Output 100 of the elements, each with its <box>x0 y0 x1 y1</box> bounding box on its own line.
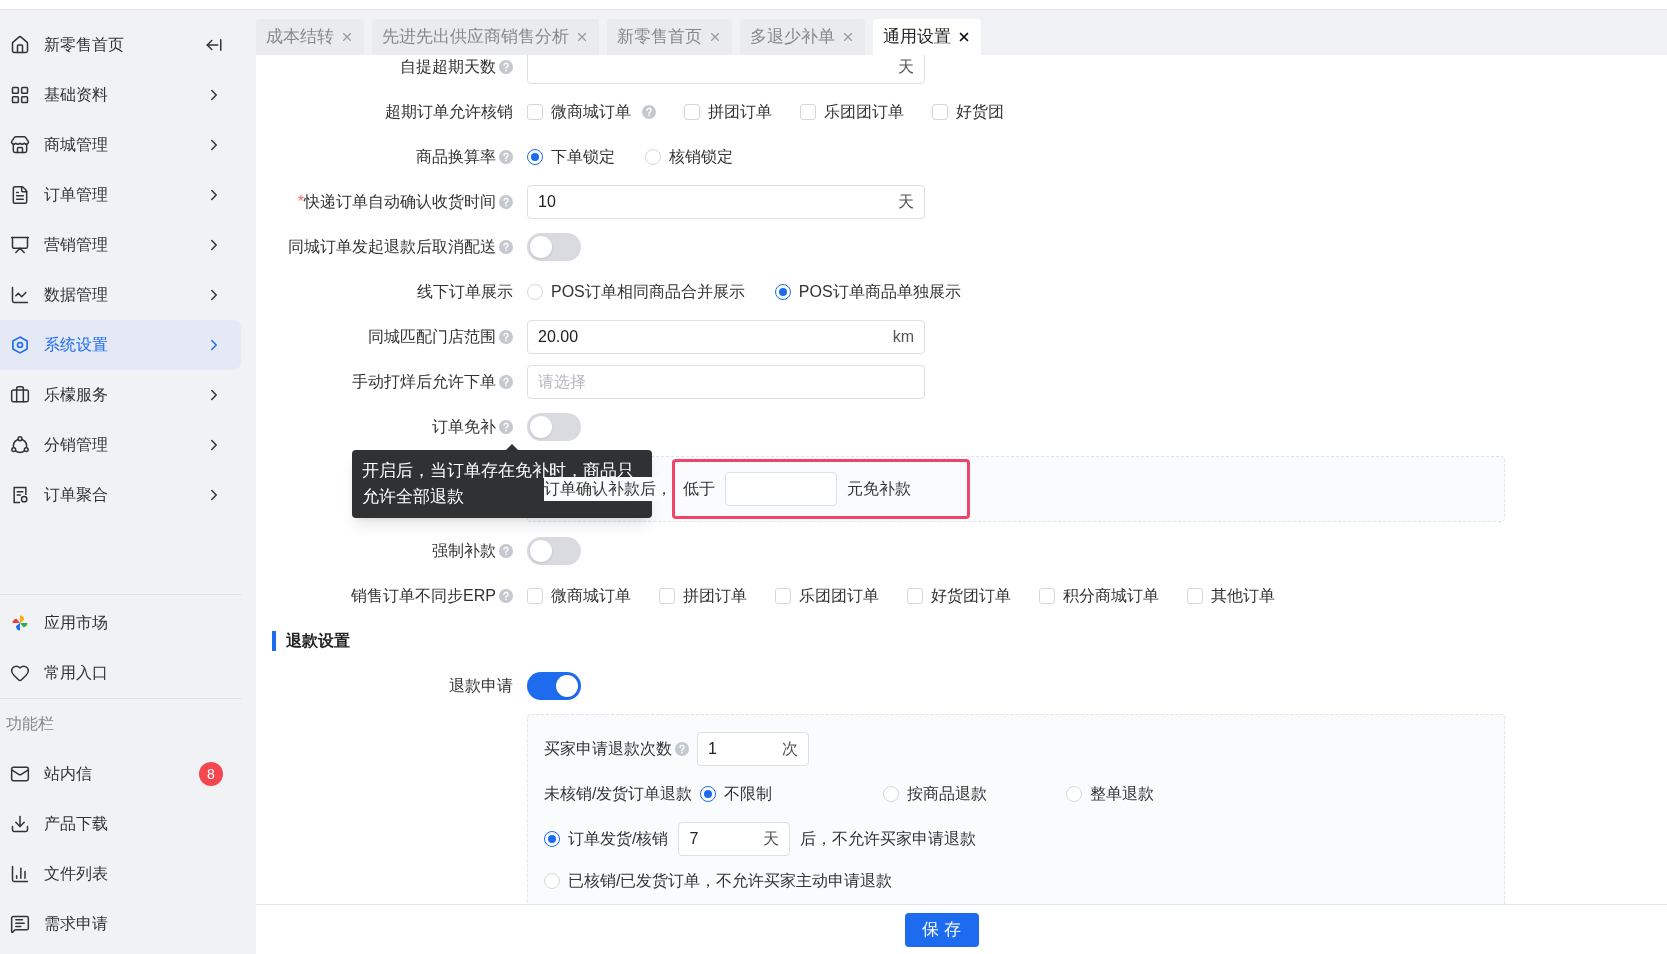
sidebar-item[interactable]: 数据管理 <box>0 270 241 320</box>
input-field[interactable]: 7 天 <box>678 821 791 856</box>
option-label: 拼团订单 <box>708 101 772 122</box>
field-value: 20.00 <box>538 326 579 347</box>
field-label: 手动打烊后允许下单 <box>352 371 496 392</box>
option-label: 微商城订单 <box>551 101 631 122</box>
radio-button[interactable] <box>700 785 717 802</box>
checkbox[interactable] <box>684 103 700 120</box>
hexagon-icon <box>10 335 30 355</box>
mail-icon <box>10 764 30 784</box>
field-label: 商品换算率 <box>416 146 496 167</box>
field-value: 7 <box>689 828 699 849</box>
checkbox[interactable] <box>907 587 923 604</box>
input-field[interactable]: 1 次 <box>697 731 809 766</box>
checkbox[interactable] <box>1187 587 1203 604</box>
option-label: 积分商城订单 <box>1063 585 1159 606</box>
input-field[interactable]: 20.00 km <box>527 319 925 354</box>
pinwheel-icon <box>10 613 30 633</box>
field-label: 未核销/发货订单退款 <box>544 783 693 804</box>
sidebar-item[interactable]: 商城管理 <box>0 120 241 170</box>
field-value: 10 <box>538 191 556 212</box>
toggle-switch[interactable] <box>527 671 581 700</box>
option-label: 已核销/已发货订单，不允许买家主动申请退款 <box>568 871 893 891</box>
sidebar-item[interactable]: 站内信 8 <box>0 749 241 799</box>
option-label: 按商品退款 <box>907 783 988 804</box>
field-label: 销售订单不同步ERP <box>351 585 496 606</box>
input-field[interactable]: 天 <box>527 55 925 84</box>
option-label: 订单发货/核销 <box>568 828 669 849</box>
home-icon <box>10 35 30 55</box>
option-label: 核销锁定 <box>669 146 733 167</box>
sidebar-item[interactable]: 文件列表 <box>0 849 241 899</box>
radio-button[interactable] <box>527 148 543 165</box>
option-label: 不限制 <box>724 783 773 804</box>
option-text: 后，不允许买家申请退款 <box>800 828 977 849</box>
field-value: 1 <box>708 738 717 759</box>
radio-button[interactable] <box>544 830 560 847</box>
message-icon <box>10 914 30 934</box>
sidebar-item[interactable]: 系统设置 <box>0 320 241 370</box>
option-label: POS订单商品单独展示 <box>798 281 961 302</box>
sidebar-item[interactable]: 基础资料 <box>0 70 241 120</box>
option-label: 下单锁定 <box>551 146 615 167</box>
field-label: 自提超期天数 <box>400 56 496 77</box>
unit-label: 次 <box>782 738 798 759</box>
monitor-chart-icon <box>10 235 30 255</box>
section-title: 功能栏 <box>6 714 54 734</box>
unit-label: 天 <box>763 828 780 849</box>
field-label: 快递订单自动确认收货时间 <box>304 191 496 212</box>
notification-badge: 8 <box>199 762 223 786</box>
option-label: 其他订单 <box>1211 585 1275 606</box>
checkbox[interactable] <box>932 103 948 120</box>
sidebar-item[interactable]: 营销管理 <box>0 220 241 270</box>
checkbox[interactable] <box>527 103 543 120</box>
placeholder-text: 请选择 <box>538 371 586 392</box>
sidebar-item[interactable]: 乐檬服务 <box>0 370 241 420</box>
network-icon <box>10 435 30 455</box>
store-icon <box>10 135 30 155</box>
input-field[interactable] <box>725 472 837 506</box>
unit-label: 天 <box>898 56 914 77</box>
sidebar-item[interactable]: 新零售首页 <box>0 20 241 70</box>
tab[interactable]: 通用设置 <box>873 19 981 55</box>
option-label: 整单退款 <box>1090 783 1155 804</box>
close-icon[interactable] <box>957 30 971 44</box>
checkbox[interactable] <box>775 587 791 604</box>
sidebar-item[interactable]: 常用入口 <box>0 648 241 698</box>
document-gear-icon <box>10 485 30 505</box>
bar-chart-icon <box>10 864 30 884</box>
download-icon <box>10 814 30 834</box>
field-label: 线下订单展示 <box>417 281 513 302</box>
save-button[interactable]: 保 存 <box>904 912 979 947</box>
sidebar-item[interactable]: 分销管理 <box>0 420 241 470</box>
required-mark: * <box>297 191 304 212</box>
toggle-switch[interactable] <box>527 232 581 261</box>
sidebar-item[interactable]: 订单管理 <box>0 170 241 220</box>
document-icon <box>10 185 30 205</box>
field-label: 同城订单发起退款后取消配送 <box>288 236 496 257</box>
toggle-switch[interactable] <box>527 536 581 565</box>
sidebar-item[interactable]: 应用市场 <box>0 598 241 648</box>
field-label: 订单免补 <box>432 416 496 437</box>
option-label: 拼团订单 <box>683 585 747 606</box>
input-field[interactable]: 10 天 <box>527 184 925 219</box>
radio-button[interactable] <box>774 283 791 300</box>
heart-icon <box>10 663 30 683</box>
checkbox[interactable] <box>800 103 816 120</box>
field-label: 同城匹配门店范围 <box>368 326 496 347</box>
unit-label: 元免补款 <box>847 479 911 499</box>
checkbox[interactable] <box>659 587 675 604</box>
grid-icon <box>10 85 30 105</box>
option-label: 好货团 <box>956 101 1004 122</box>
option-label: 好货团订单 <box>931 585 1011 606</box>
collapse-icon[interactable] <box>205 36 223 54</box>
checkbox[interactable] <box>1039 587 1055 604</box>
checkbox[interactable] <box>527 587 543 604</box>
sidebar-item[interactable]: 产品下载 <box>0 799 241 849</box>
toggle-switch[interactable] <box>527 412 581 441</box>
field-label: 买家申请退款次数 <box>544 738 672 759</box>
section-heading: 退款设置 <box>286 630 350 651</box>
line-chart-icon <box>10 285 30 305</box>
field-label: 低于 <box>683 479 715 499</box>
sidebar-item[interactable]: 订单聚合 <box>0 470 241 520</box>
sidebar-item[interactable]: 需求申请 <box>0 899 241 949</box>
